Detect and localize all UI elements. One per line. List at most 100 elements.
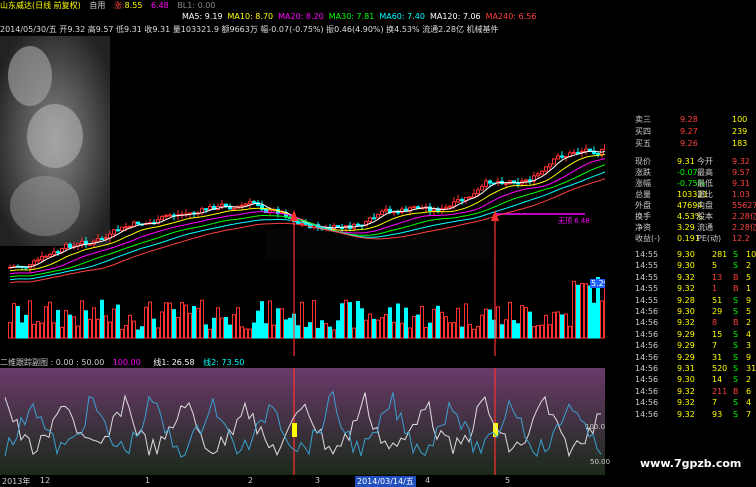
quote-row: 收益(-) 0.191 PE(动) 12.2 xyxy=(605,233,756,245)
candle-body xyxy=(456,199,460,203)
quote-row: 14:56 9.32 7 S 4 xyxy=(605,397,756,409)
candle-body xyxy=(444,206,448,210)
candle-body xyxy=(460,199,464,202)
candle-body xyxy=(356,223,360,226)
indicator-params: : 0.00 : 50.00 xyxy=(50,358,105,367)
volume-bar xyxy=(288,317,292,339)
volume-bar xyxy=(224,316,228,339)
volume-bar xyxy=(184,304,188,339)
volume-bar xyxy=(516,323,520,339)
volume-bar xyxy=(476,325,480,339)
candle-body xyxy=(204,208,208,211)
field-label: 收益(-) xyxy=(635,234,661,243)
tick-side: S xyxy=(733,295,739,305)
ma-label-4: MA60: 7.40 xyxy=(379,12,425,21)
quote-row: 14:56 9.29 31 S 9 xyxy=(605,352,756,364)
tick-price: 9.32 xyxy=(677,318,695,328)
quote-row: 卖三 9.28 100 xyxy=(605,114,756,126)
volume-bar xyxy=(140,326,144,339)
price-label: 涨: xyxy=(113,1,125,10)
volume-bar xyxy=(152,318,156,339)
candle-body xyxy=(572,151,576,154)
tick-count: 3 xyxy=(746,341,752,351)
candle-body xyxy=(472,193,476,198)
ma-label-5: MA120: 7.06 xyxy=(429,12,481,21)
tick-price: 9.30 xyxy=(677,261,695,271)
volume-bar xyxy=(244,328,248,339)
level-price: 9.26 xyxy=(680,139,698,148)
tick-time: 14:55 xyxy=(635,284,659,294)
indicator-name[interactable]: 二维跟踪副图 xyxy=(0,358,48,367)
tick-vol: 31 xyxy=(712,352,723,362)
volume-bar xyxy=(320,320,324,339)
volume-bar xyxy=(52,322,56,339)
volume-bar xyxy=(124,325,128,339)
tick-price: 9.30 xyxy=(677,375,695,385)
date-tick: 4 xyxy=(425,476,431,485)
volume-bar xyxy=(456,307,460,339)
tick-side: S xyxy=(733,409,739,419)
candlestick-chart[interactable]: 无顶 6.48 xyxy=(0,36,605,356)
level-price: 9.27 xyxy=(680,127,698,136)
ohlc-info: 2014/05/30/五 开9.32 高9.57 低9.31 收9.31 量10… xyxy=(0,25,499,34)
site-watermark: www.7gpzb.com xyxy=(640,457,742,470)
volume-bar xyxy=(420,305,424,339)
volume-bar xyxy=(256,310,260,339)
candle-body xyxy=(60,248,64,253)
volume-bar xyxy=(264,323,268,339)
candle-body xyxy=(100,238,104,241)
tick-side: S xyxy=(733,352,739,362)
candle-body xyxy=(136,221,140,225)
candle-body xyxy=(448,205,452,208)
volume-bar xyxy=(208,328,212,339)
volume-bar xyxy=(404,307,408,339)
date-tick: 5 xyxy=(505,476,511,485)
volume-bar xyxy=(92,307,96,339)
tick-count: 1 xyxy=(746,284,752,294)
candle-body xyxy=(112,229,116,235)
candle-body xyxy=(536,173,540,177)
mode-label[interactable]: 自用 xyxy=(89,1,105,10)
volume-bar xyxy=(336,320,340,339)
volume-bar xyxy=(300,301,304,339)
tick-time: 14:56 xyxy=(635,409,659,419)
volume-bar xyxy=(360,308,364,339)
indicator-axis-50: 50.00 xyxy=(590,458,611,466)
volume-bar xyxy=(116,304,120,339)
quote-row: 14:56 9.29 15 S 4 xyxy=(605,329,756,341)
candle-body xyxy=(524,179,528,182)
quote-panel: 卖三 9.28 100 买四 9.27 239 买五 9.26 183 现价 9.31 今开 9.32 涨… xyxy=(605,112,756,487)
volume-bar xyxy=(472,328,476,339)
tick-side: S xyxy=(733,398,739,408)
indicator-chart[interactable] xyxy=(0,368,605,475)
candle-body xyxy=(120,226,124,231)
tick-side: B xyxy=(733,284,739,294)
tick-time: 14:56 xyxy=(635,307,659,316)
volume-bar xyxy=(564,313,568,339)
tick-time: 14:56 xyxy=(635,341,659,351)
candle-body xyxy=(68,243,72,248)
tick-time: 14:56 xyxy=(635,318,659,328)
quote-row: 14:56 9.29 7 S 3 xyxy=(605,340,756,352)
volume-bar xyxy=(12,303,16,339)
volume-bar xyxy=(76,325,80,339)
tick-side: S xyxy=(733,364,739,373)
tick-price: 9.29 xyxy=(677,352,695,362)
tick-vol: 211 xyxy=(712,386,728,396)
ma-label-0: MA5: 9.19 xyxy=(182,12,223,21)
stock-name[interactable]: 山东威达(日线 前复权) xyxy=(0,1,81,10)
volume-bar xyxy=(372,318,376,339)
volume-bar xyxy=(40,322,44,339)
volume-bar xyxy=(132,320,136,339)
candle-body xyxy=(412,206,416,209)
tick-vol: 7 xyxy=(712,398,718,408)
volume-bar xyxy=(180,302,184,339)
date-axis: 2013年 12 1 2 3 2014/03/14/五 4 5 xyxy=(0,476,605,487)
volume-bar xyxy=(268,300,272,339)
date-tick: 3 xyxy=(315,476,321,485)
volume-bar xyxy=(512,320,516,339)
volume-bar xyxy=(204,324,208,339)
signal-marker-1 xyxy=(292,423,297,437)
volume-bar xyxy=(192,306,196,339)
candle-body xyxy=(232,207,236,210)
